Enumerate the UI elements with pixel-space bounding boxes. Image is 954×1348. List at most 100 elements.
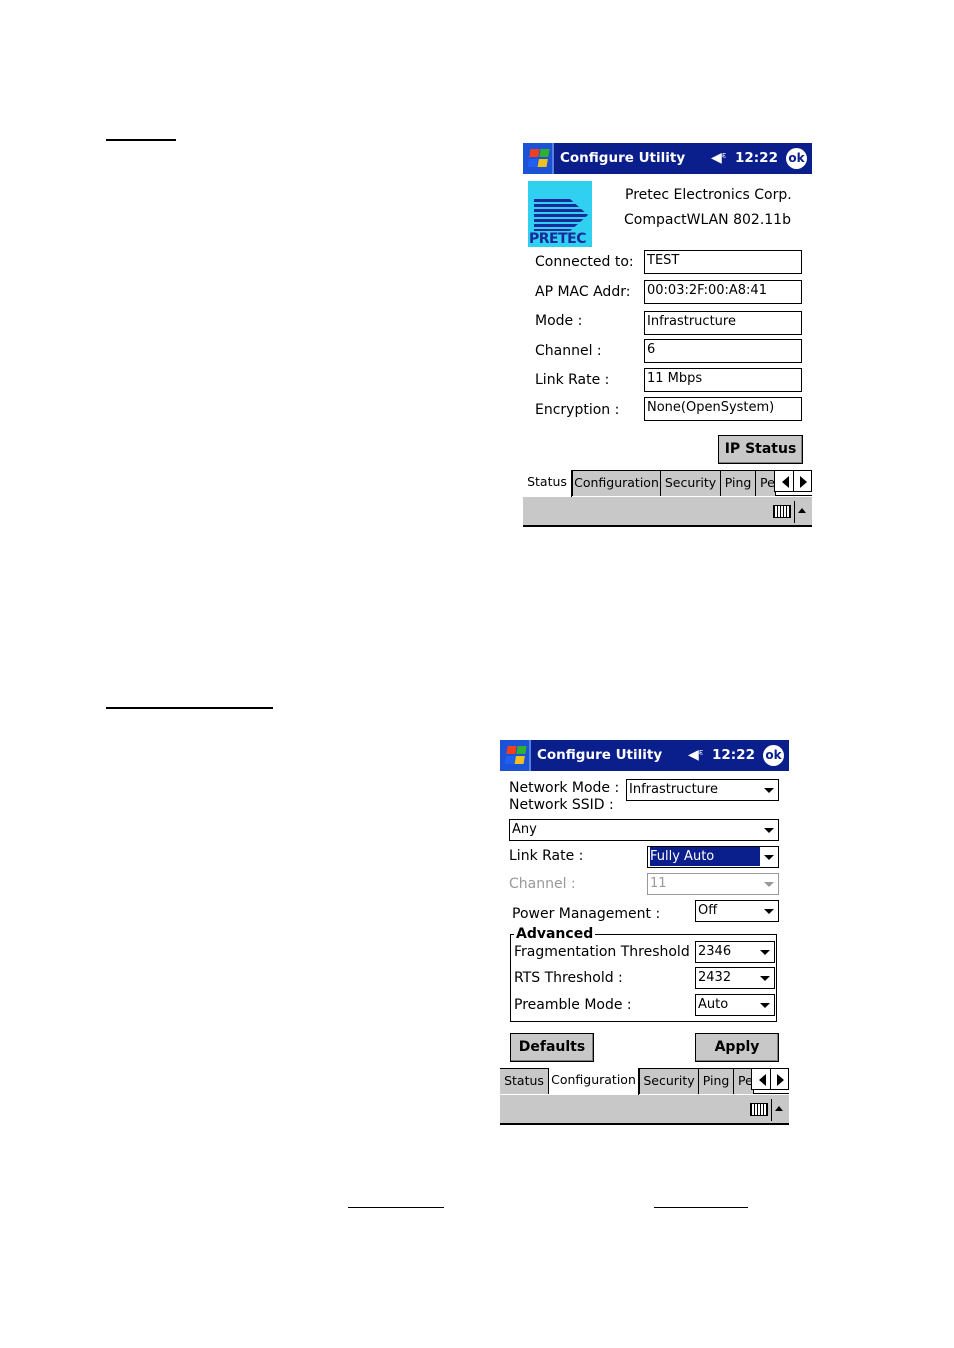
tab-configuration[interactable]: Configuration [572, 470, 661, 496]
configuration-screen: Configure Utility ◀ᵋ 12:22 ok Network Mo… [500, 740, 789, 1125]
tab-configuration[interactable]: Configuration [549, 1068, 639, 1095]
power-management-label: Power Management : [512, 906, 661, 922]
menu-bar [500, 1095, 789, 1125]
link-rate-label: Link Rate : [535, 372, 610, 388]
link-rate-value: Fully Auto [650, 847, 760, 866]
channel-label: Channel : [509, 876, 576, 892]
tab-security[interactable]: Security [639, 1068, 699, 1094]
menu-separator [794, 501, 795, 523]
network-ssid-value: Any [512, 822, 537, 837]
sip-up-arrow-icon[interactable] [798, 508, 806, 513]
advanced-group: Advanced Fragmentation Threshold : 2346 … [510, 927, 777, 1022]
tab-bar: Status Configuration Security Ping Pe [500, 1068, 789, 1095]
dropdown-arrow-icon [760, 976, 770, 981]
scroll-divider [793, 471, 794, 491]
ip-status-button[interactable]: IP Status [718, 435, 803, 464]
apply-button[interactable]: Apply [695, 1033, 779, 1062]
blank-underline-right [654, 1207, 748, 1208]
dropdown-arrow-icon [764, 909, 774, 914]
dropdown-arrow-icon [764, 855, 774, 860]
fragmentation-select[interactable]: 2346 [695, 941, 775, 963]
title-bar: Configure Utility ◀ᵋ 12:22 ok [500, 740, 789, 771]
link-rate-field: 11 Mbps [644, 368, 802, 392]
scroll-right-icon[interactable] [800, 476, 807, 488]
fragmentation-value: 2346 [698, 944, 732, 959]
sip-up-arrow-icon[interactable] [775, 1106, 783, 1111]
heading-underline-2 [106, 707, 273, 709]
menu-separator [771, 1099, 772, 1121]
rts-value: 2432 [698, 970, 732, 985]
ok-button[interactable]: ok [763, 745, 784, 766]
window-title: Configure Utility [537, 747, 663, 763]
windows-flag-icon [527, 149, 550, 168]
pretec-logo: PRETEC [528, 181, 592, 247]
clock[interactable]: 12:22 [735, 150, 778, 166]
network-mode-select[interactable]: Infrastructure [626, 779, 779, 801]
windows-flag-icon [504, 746, 527, 765]
tab-ping[interactable]: Ping [721, 470, 756, 496]
dropdown-arrow-icon [760, 1003, 770, 1008]
power-management-value: Off [698, 903, 718, 918]
ok-button[interactable]: ok [786, 148, 807, 169]
encryption-label: Encryption : [535, 402, 620, 418]
encryption-field: None(OpenSystem) [644, 397, 802, 421]
dropdown-arrow-icon [764, 882, 774, 887]
keyboard-icon[interactable] [750, 1103, 768, 1116]
heading-underline-1 [106, 139, 176, 141]
tab-bar: Status Configuration Security Ping Pe [523, 470, 812, 497]
link-rate-label: Link Rate : [509, 848, 584, 864]
channel-select: 11 [647, 873, 779, 895]
fragmentation-label: Fragmentation Threshold : [514, 944, 699, 960]
menu-bar [523, 497, 812, 527]
channel-field: 6 [644, 339, 802, 363]
window-title: Configure Utility [560, 150, 686, 166]
link-rate-select[interactable]: Fully Auto [647, 846, 779, 868]
network-mode-label: Network Mode : [509, 780, 620, 796]
start-button[interactable] [523, 143, 554, 174]
ap-mac-field: 00:03:2F:00:A8:41 [644, 280, 802, 304]
scroll-divider [770, 1069, 771, 1089]
start-button[interactable] [500, 740, 531, 771]
speaker-muted-icon[interactable]: ◀ᵋ [711, 150, 727, 166]
advanced-group-title: Advanced [514, 926, 596, 942]
network-ssid-label: Network SSID : [509, 797, 614, 813]
preamble-select[interactable]: Auto [695, 994, 775, 1016]
mode-field: Infrastructure [644, 311, 802, 335]
network-ssid-select[interactable]: Any [509, 819, 779, 841]
preamble-value: Auto [698, 997, 729, 1012]
dropdown-arrow-icon [760, 950, 770, 955]
dropdown-arrow-icon [764, 788, 774, 793]
scroll-left-icon[interactable] [782, 476, 789, 488]
scroll-right-icon[interactable] [777, 1074, 784, 1086]
speaker-muted-icon[interactable]: ◀ᵋ [688, 747, 704, 763]
tab-peek[interactable]: Pe [756, 470, 776, 496]
dropdown-arrow-icon [764, 828, 774, 833]
channel-label: Channel : [535, 343, 602, 359]
blank-underline-left [348, 1207, 444, 1208]
company-name: Pretec Electronics Corp. [625, 187, 792, 203]
rts-select[interactable]: 2432 [695, 967, 775, 989]
keyboard-icon[interactable] [773, 505, 791, 518]
connected-to-field: TEST [644, 250, 802, 274]
preamble-label: Preamble Mode : [514, 997, 632, 1013]
tab-scroll-arrows [774, 470, 812, 492]
clock[interactable]: 12:22 [712, 747, 755, 763]
tab-status[interactable]: Status [523, 470, 572, 497]
ap-mac-label: AP MAC Addr: [535, 284, 631, 300]
scroll-left-icon[interactable] [759, 1074, 766, 1086]
power-management-select[interactable]: Off [695, 900, 779, 922]
tab-status[interactable]: Status [500, 1068, 549, 1094]
status-screen: Configure Utility ◀ᵋ 12:22 ok PRETEC Pre… [523, 143, 812, 528]
connected-to-label: Connected to: [535, 254, 634, 270]
tab-scroll-arrows [751, 1068, 789, 1090]
tab-ping[interactable]: Ping [699, 1068, 734, 1094]
channel-value: 11 [650, 876, 667, 891]
tab-security[interactable]: Security [661, 470, 721, 496]
product-name: CompactWLAN 802.11b [624, 212, 791, 228]
rts-label: RTS Threshold : [514, 970, 623, 986]
defaults-button[interactable]: Defaults [510, 1033, 594, 1062]
logo-text: PRETEC [529, 231, 587, 247]
network-mode-value: Infrastructure [629, 782, 718, 797]
title-bar: Configure Utility ◀ᵋ 12:22 ok [523, 143, 812, 174]
mode-label: Mode : [535, 313, 583, 329]
